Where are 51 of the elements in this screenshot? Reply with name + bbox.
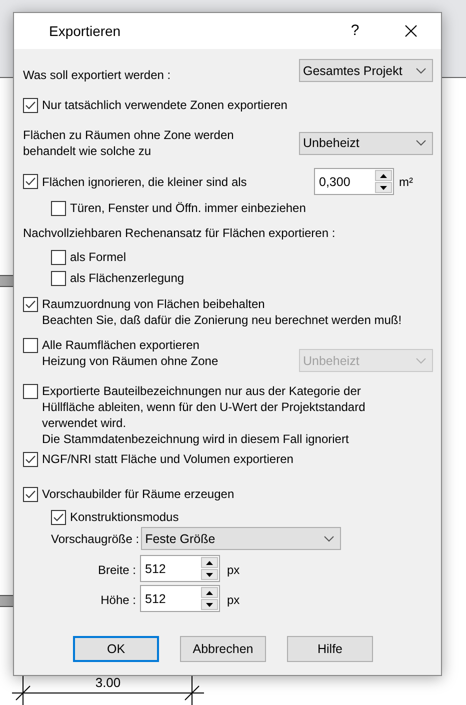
wall-drawing bbox=[0, 275, 14, 287]
dropdown[interactable]: Unbeheizt bbox=[299, 132, 433, 154]
checkbox-label[interactable]: Exportierte Bauteilbezeichnungen nur aus der Kategorie der Hüllfläche ableiten, wenn für den U-Wert der Projektstandard verwendet wird. bbox=[42, 383, 404, 431]
checkbox[interactable] bbox=[23, 338, 38, 352]
chevron-icon bbox=[324, 536, 334, 542]
checkbox-label[interactable]: Vorschaubilder für Räume erzeugen bbox=[42, 486, 234, 502]
checkbox-label[interactable]: Nur tatsächlich verwendete Zonen exportieren bbox=[42, 97, 288, 113]
checkbox[interactable] bbox=[23, 486, 38, 502]
unit-label: px bbox=[227, 592, 240, 608]
dialog-button[interactable]: Hilfe bbox=[287, 636, 373, 662]
dialog-button[interactable]: OK bbox=[73, 636, 159, 662]
dropdown[interactable]: Gesamtes Projekt bbox=[299, 59, 433, 82]
unit-label: m² bbox=[399, 174, 413, 190]
dropdown[interactable]: Feste Größe bbox=[141, 527, 342, 550]
checkbox-label[interactable]: Türen, Fenster und Öffn. immer einbeziehen bbox=[70, 200, 306, 216]
checkbox[interactable] bbox=[51, 200, 66, 216]
chevron-icon bbox=[416, 140, 426, 146]
field-label: Heizung von Räumen ohne Zone bbox=[41, 352, 220, 368]
dimension-label: 3.00 bbox=[94, 675, 122, 691]
chevron-icon bbox=[416, 358, 426, 364]
checkbox-label[interactable]: Konstruktionsmodus bbox=[70, 509, 179, 525]
checkbox-label[interactable]: Raumzuordnung von Flächen beibehalten bbox=[42, 296, 265, 312]
checkbox[interactable] bbox=[51, 250, 66, 264]
checkbox[interactable] bbox=[23, 452, 38, 466]
field-label: Breite : bbox=[96, 562, 137, 578]
checkbox[interactable] bbox=[23, 98, 38, 112]
chevron-icon bbox=[416, 68, 426, 74]
note-text: Die Stammdatenbezeichnung wird in diesem Fall ignoriert bbox=[42, 431, 350, 447]
checkbox-label[interactable]: als Flächenzerlegung bbox=[70, 270, 184, 286]
wall-drawing bbox=[0, 595, 14, 607]
close-icon[interactable] bbox=[405, 25, 417, 37]
field-label: Flächen zu Räumen ohne Zone werden behandelt wie solche zu bbox=[23, 127, 235, 159]
dropdown: Unbeheizt bbox=[299, 349, 433, 372]
checkbox[interactable] bbox=[51, 510, 66, 524]
checkbox-label[interactable]: Flächen ignorieren, die kleiner sind als bbox=[42, 174, 247, 190]
checkbox-label[interactable]: NGF/NRI statt Fläche und Volumen exportieren bbox=[42, 451, 294, 467]
field-label: Was soll exportiert werden : bbox=[23, 66, 172, 82]
field-label: Vorschaugröße : bbox=[51, 530, 140, 546]
window-title: Exportieren bbox=[49, 23, 122, 39]
checkbox[interactable] bbox=[23, 174, 38, 189]
unit-label: px bbox=[227, 562, 240, 578]
field-label: Höhe : bbox=[100, 592, 137, 608]
section-heading: Nachvollziehbaren Rechenansatz für Flächen exportieren : bbox=[23, 225, 336, 241]
checkbox[interactable] bbox=[23, 296, 38, 312]
note-text: Beachten Sie, daß dafür die Zonierung neu berechnet werden muß! bbox=[41, 312, 403, 328]
checkbox-label[interactable]: Alle Raumflächen exportieren bbox=[42, 337, 200, 353]
checkbox[interactable] bbox=[23, 384, 38, 399]
dialog-button[interactable]: Abbrechen bbox=[180, 636, 266, 662]
checkbox-label[interactable]: als Formel bbox=[70, 249, 126, 265]
checkbox[interactable] bbox=[51, 270, 66, 286]
help-button[interactable]: ? bbox=[345, 23, 365, 39]
